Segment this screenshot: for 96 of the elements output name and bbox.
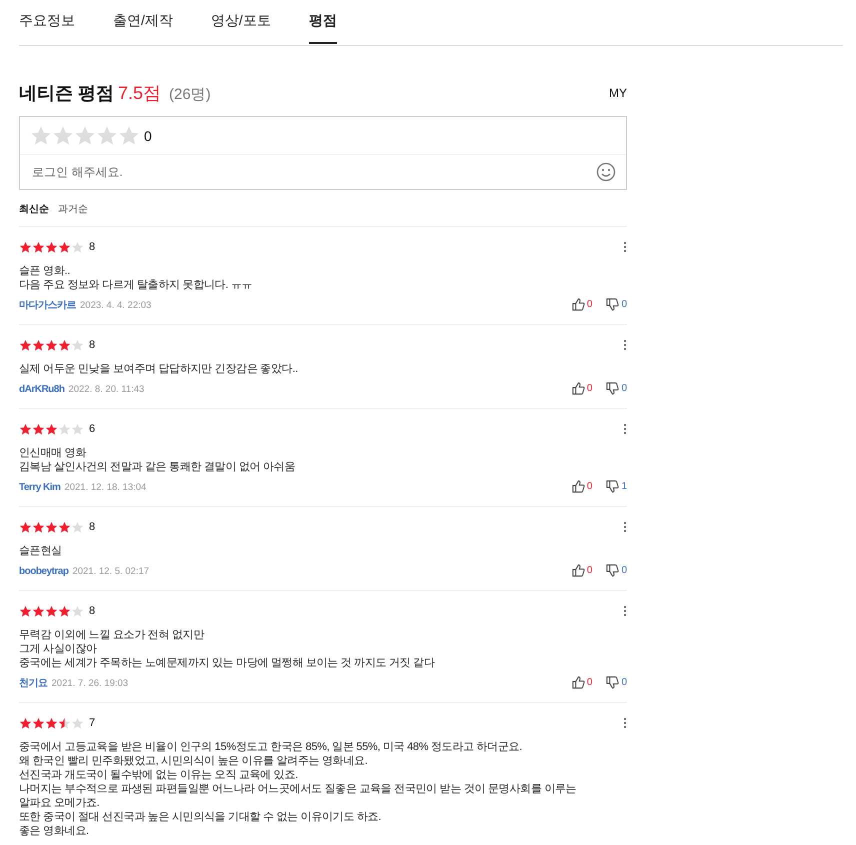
review-text: 슬픈현실 xyxy=(19,544,62,558)
like-count: 0 xyxy=(586,676,592,688)
like-count: 0 xyxy=(586,564,592,576)
star-icon xyxy=(32,520,45,534)
star-icon xyxy=(71,338,84,352)
thumbs-down-icon[interactable] xyxy=(606,564,620,576)
dislike-count: 0 xyxy=(621,382,627,394)
dislike-count: 0 xyxy=(621,564,627,576)
sort-option[interactable]: 최신순 xyxy=(19,202,49,216)
star-icon xyxy=(52,124,74,146)
thumbs-up-icon[interactable] xyxy=(572,676,585,688)
review-date: 2021. 12. 5. 02:17 xyxy=(72,566,150,577)
star-icon xyxy=(32,716,45,730)
star-icon xyxy=(32,604,45,618)
dislike-count: 1 xyxy=(621,480,627,492)
comment-field[interactable]: 로그인 해주세요. xyxy=(32,165,532,179)
star-icon xyxy=(74,124,96,146)
thumbs-down-icon[interactable] xyxy=(606,676,620,688)
average-score: 7.5점 xyxy=(118,83,162,103)
more-icon[interactable] xyxy=(623,717,627,729)
like-count: 0 xyxy=(586,382,592,394)
review-text: 중국에서 고등교육을 받은 비율이 인구의 15%정도고 한국은 85%, 일본 55%, 미국 48% 정도라고 하더군요. 왜 한국인 빨리 민주화됐었고, 시민의식이 높은 이유를 알려주는 영화네요. 선진국과 개도국이 될수밖에 없는 이유는 오직 교육에 있죠. 나머지는 부수적으로 파생된 파편들일뿐 어느나라 어느곳에서도 질좋은 교육을 전국민이 받는 것이 문명사회를 이루는 알파요 오메가죠. 또한 중국이 절대 선진국과 높은 시민의식을 기대할 수 없는 이유이기도 하죠. 좋은 영화네요. xyxy=(19,740,576,838)
star-icon xyxy=(45,716,58,730)
review-score: 8 xyxy=(89,339,96,351)
star-icon xyxy=(32,240,45,254)
star-icon xyxy=(19,338,32,352)
dislike-count: 0 xyxy=(621,298,627,310)
review-text: 슬픈 영화.. 다음 주요 정보와 다르게 탈출하지 못합니다. ㅠㅠ xyxy=(19,264,252,292)
thumbs-down-icon[interactable] xyxy=(606,480,620,492)
smiley-icon[interactable] xyxy=(596,162,616,182)
star-icon xyxy=(71,604,84,618)
tab[interactable]: 평점 xyxy=(308,0,337,44)
thumbs-up-icon[interactable] xyxy=(572,480,585,492)
author-name[interactable]: dArKRu8h xyxy=(19,384,64,395)
section-title: 네티즌 평점 xyxy=(19,83,114,103)
more-icon[interactable] xyxy=(623,521,627,533)
star-icon xyxy=(45,240,58,254)
rating-count: (26명) xyxy=(169,86,211,103)
thumbs-down-icon[interactable] xyxy=(606,298,620,310)
star-icon xyxy=(19,422,32,436)
more-icon[interactable] xyxy=(623,423,627,435)
more-icon[interactable] xyxy=(623,241,627,253)
star-icon xyxy=(71,240,84,254)
thumbs-up-icon[interactable] xyxy=(572,564,585,576)
review-score: 8 xyxy=(89,605,96,617)
star-icon xyxy=(19,240,32,254)
review-score: 7 xyxy=(89,717,96,729)
star-icon xyxy=(45,338,58,352)
star-icon xyxy=(32,338,45,352)
star-icon xyxy=(19,520,32,534)
author-name[interactable]: boobeytrap xyxy=(19,566,68,577)
star-icon xyxy=(58,604,71,618)
star-icon xyxy=(30,124,52,146)
star-icon xyxy=(58,422,71,436)
star-icon xyxy=(58,520,71,534)
star-icon xyxy=(45,422,58,436)
star-icon xyxy=(45,604,58,618)
more-icon[interactable] xyxy=(623,605,627,617)
star-icon xyxy=(58,338,71,352)
thumbs-down-icon[interactable] xyxy=(606,382,620,394)
review-date: 2021. 12. 18. 13:04 xyxy=(64,482,146,493)
star-icon xyxy=(58,716,71,730)
review-text: 실제 어두운 민낮을 보여주며 답답하지만 긴장감은 좋았다.. xyxy=(19,362,298,376)
thumbs-up-icon[interactable] xyxy=(572,382,585,394)
star-icon xyxy=(58,240,71,254)
review-text: 무력감 이외에 느낄 요소가 전혀 없지만 그게 사실이잖아 중국에는 세계가 주목하는 노예문제까지 있는 마당에 멀쩡해 보이는 것 까지도 거짓 같다 xyxy=(19,628,435,670)
author-name[interactable]: Terry Kim xyxy=(19,482,60,493)
star-icon xyxy=(96,124,118,146)
review-score: 8 xyxy=(89,521,96,533)
review-text: 인신매매 영화 김복남 살인사건의 전말과 같은 통쾌한 결말이 없어 아쉬움 xyxy=(19,446,296,474)
my-link[interactable]: MY xyxy=(609,86,627,100)
thumbs-up-icon[interactable] xyxy=(572,298,585,310)
rating-value: 0 xyxy=(144,128,152,144)
review-score: 6 xyxy=(89,423,96,435)
like-count: 0 xyxy=(586,298,592,310)
star-icon xyxy=(19,604,32,618)
author-name[interactable]: 마다가스카르 xyxy=(19,300,76,311)
review-score: 8 xyxy=(89,241,96,253)
tab[interactable]: 출연/제작 xyxy=(113,0,173,44)
dislike-count: 0 xyxy=(621,676,627,688)
tab[interactable]: 주요정보 xyxy=(19,0,75,44)
star-icon xyxy=(71,520,84,534)
star-icon xyxy=(118,124,140,146)
star-icon xyxy=(45,520,58,534)
review-date: 2023. 4. 4. 22:03 xyxy=(80,300,152,311)
tab[interactable]: 영상/포토 xyxy=(210,0,271,44)
star-icon xyxy=(32,422,45,436)
like-count: 0 xyxy=(586,480,592,492)
star-icon xyxy=(71,716,84,730)
author-name[interactable]: 천기요 xyxy=(19,678,48,689)
review-date: 2021. 7. 26. 19:03 xyxy=(52,678,128,689)
star-icon xyxy=(71,422,84,436)
star-icon xyxy=(19,716,32,730)
more-icon[interactable] xyxy=(623,339,627,351)
review-date: 2022. 8. 20. 11:43 xyxy=(68,384,144,395)
sort-option[interactable]: 과거순 xyxy=(58,202,88,216)
